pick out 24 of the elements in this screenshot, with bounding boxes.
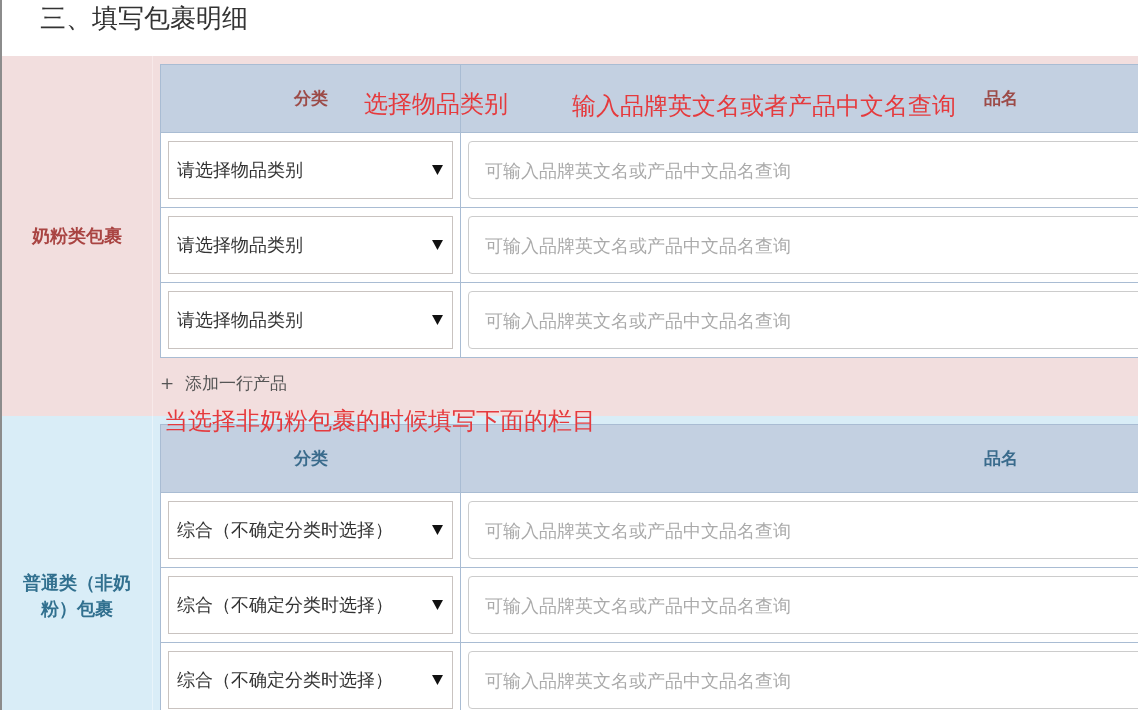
annotation-text: 输入品牌英文名或者产品中文名查询 [572,92,956,120]
section-label: 奶粉类包裹 [30,224,123,248]
section-label: 普通类（非奶粉）包裹 [22,571,132,621]
category-dropdown[interactable]: 请选择物品类别 [168,141,453,199]
product-search-field[interactable]: 可输入品牌英文名或产品中文品名查询 [468,576,1138,634]
category-dropdown[interactable]: 综合（不确定分类时选择） [168,576,453,634]
add-row-link[interactable]: + 添加一行产品 [160,372,287,394]
caret-icon [432,675,443,685]
product-search-field[interactable]: 可输入品牌英文名或产品中文品名查询 [468,501,1138,559]
caret-icon [432,600,443,610]
product-search-field[interactable]: 可输入品牌英文名或产品中文品名查询 [468,216,1138,274]
category-dropdown[interactable]: 综合（不确定分类时选择） [168,651,453,709]
category-dropdown[interactable]: 请选择物品类别 [168,291,453,349]
category-dropdown[interactable]: 综合（不确定分类时选择） [168,501,453,559]
category-dropdown[interactable]: 请选择物品类别 [168,216,453,274]
product-search-field[interactable]: 可输入品牌英文名或产品中文品名查询 [468,141,1138,199]
caret-icon [432,525,443,535]
product-search-field[interactable]: 可输入品牌英文名或产品中文品名查询 [468,651,1138,709]
annotation-text: 选择物品类别 [364,90,508,118]
caret-icon [432,315,443,325]
product-search-field[interactable]: 可输入品牌英文名或产品中文品名查询 [468,291,1138,349]
caret-icon [432,165,443,175]
section-heading: 三、填写包裹明细 [40,2,248,34]
caret-icon [432,240,443,250]
